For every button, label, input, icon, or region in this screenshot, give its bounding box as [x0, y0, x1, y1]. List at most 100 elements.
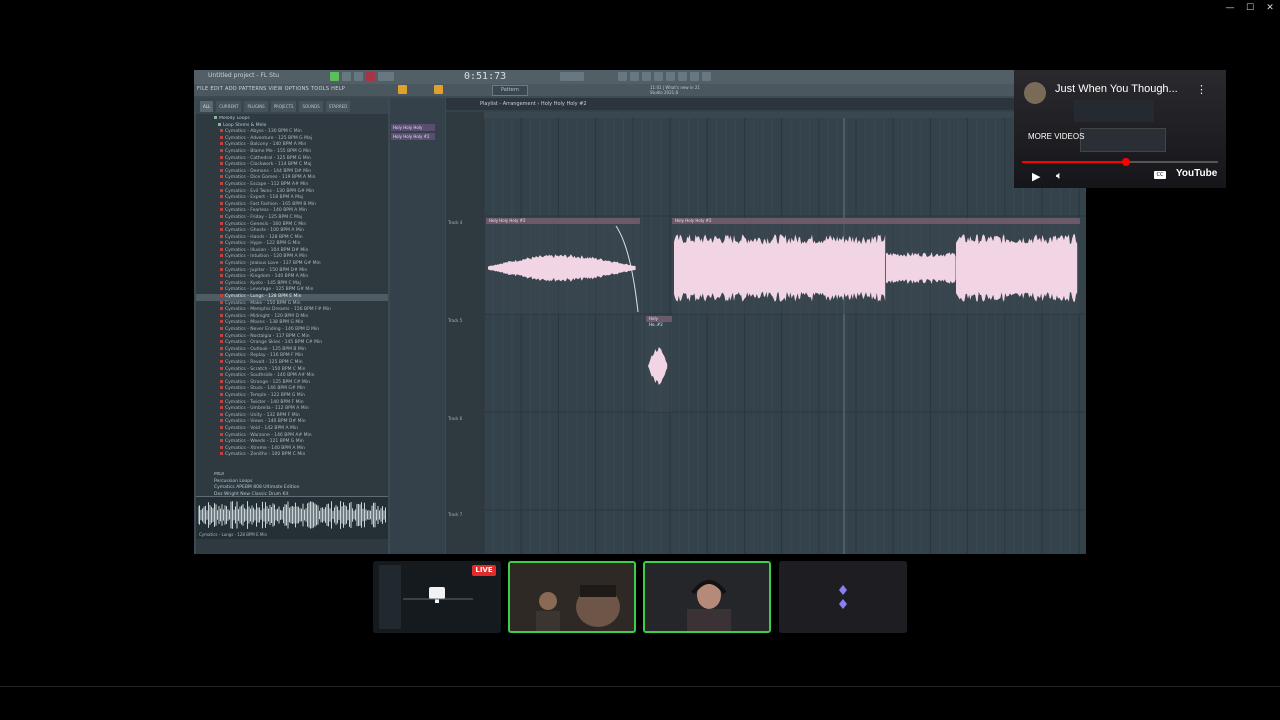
browser-tab[interactable]: PLUGINS [244, 101, 268, 112]
countdown-icon[interactable] [642, 72, 651, 81]
sample-item[interactable]: Cymatics - Escape - 112 BPM A# Min [196, 181, 388, 189]
tree-label: Cymatics - Views - 140 BPM D# Min [225, 419, 306, 425]
sample-item[interactable]: Cymatics - Views - 140 BPM D# Min [196, 419, 388, 426]
wait-input-icon[interactable] [630, 72, 639, 81]
more-options-icon[interactable]: ⋮ [1196, 83, 1207, 96]
youtube-logo[interactable]: YouTube [1176, 168, 1217, 179]
sample-item[interactable]: Cymatics - Balcony - 140 BPM A Min [196, 142, 388, 149]
sample-item[interactable]: Cymatics - Weeds - 121 BPM G Min [196, 439, 388, 446]
sample-item[interactable]: Cymatics - Kingdom - 140 BPM A Min [196, 274, 388, 281]
video-progress-bar[interactable] [1022, 158, 1218, 166]
video-title[interactable]: Just When You Though... [1055, 83, 1178, 95]
mixer-icon[interactable] [702, 72, 711, 81]
channel-avatar[interactable] [1024, 82, 1046, 104]
sample-item[interactable]: Cymatics - Void - 142 BPM A Min [196, 425, 388, 433]
audio-file-icon [220, 445, 223, 449]
tree-label: Melody Loops [219, 116, 250, 121]
tree-label: Cymatics - Scratch - 150 BPM C Min [225, 366, 306, 372]
tree-label: Cymatics - Expert - 118 BPM A Maj [225, 195, 304, 201]
audio-file-icon [220, 254, 223, 258]
tempo-display[interactable] [378, 72, 394, 81]
audio-file-icon [220, 392, 223, 396]
tree-label: Cymatics - Twister - 140 BPM F Min [225, 399, 304, 405]
playlist-icon[interactable] [666, 72, 675, 81]
tree-label: Percussion Loops [214, 478, 253, 484]
more-videos-thumbnail[interactable] [1080, 128, 1166, 152]
volume-icon[interactable]: 🔈︎ [1056, 169, 1063, 183]
sample-item[interactable]: Cymatics - Fearless - 140 BPM A Min [196, 208, 388, 215]
metronome-icon[interactable] [618, 72, 627, 81]
audio-file-icon [220, 214, 223, 218]
sample-item[interactable]: Cymatics - Memphis Dreams - 156 BPM F# M… [196, 307, 388, 314]
main-menu[interactable]: FILE EDIT ADD PATTERNS VIEW OPTIONS TOOL… [197, 86, 345, 92]
sample-item[interactable]: Cymatics - Expert - 118 BPM A Maj [196, 195, 388, 202]
sample-item[interactable]: Cymatics - Temple - 122 BPM G Min [196, 392, 388, 400]
webcam-tile[interactable] [508, 561, 636, 633]
pattern-song-toggle[interactable] [330, 72, 339, 81]
sample-item[interactable]: Cymatics - Clockwork - 114 BPM C Maj [196, 162, 388, 169]
sample-item[interactable]: Cymatics - Replay - 116 BPM F Min [196, 353, 388, 360]
record-button[interactable] [366, 72, 375, 81]
stop-button[interactable] [354, 72, 363, 81]
playlist-header: Playlist - Arrangement › Holy Holy Holy … [446, 98, 1086, 110]
captions-icon[interactable]: CC [1154, 171, 1166, 179]
channel-rack-icon[interactable] [690, 72, 699, 81]
browser-tab[interactable]: ALL [200, 101, 214, 112]
sample-item[interactable]: Cymatics - Never Ending - 146 BPM D Min [196, 327, 388, 334]
browser-tab[interactable]: CURRENT [216, 101, 242, 112]
progress-knob[interactable] [1121, 158, 1130, 166]
sample-item[interactable]: Cymatics - Southside - 140 BPM A# Min [196, 373, 388, 380]
audio-file-icon [220, 247, 223, 251]
tree-folder[interactable]: Melody Loops [196, 116, 388, 123]
audio-only-tile[interactable] [779, 561, 907, 633]
browser-tree: Melody Loops Loop Stems & Melo Cymatics - … [196, 116, 388, 468]
sample-item[interactable]: Cymatics - Moons - 138 BPM G Min [196, 320, 388, 327]
video-thumbnail [1074, 100, 1154, 122]
sample-item[interactable]: Cymatics - Blame Me - 155 BPM G Min [196, 148, 388, 156]
sample-item[interactable]: Cymatics - Umbrella - 112 BPM A Min [196, 406, 388, 413]
play-icon[interactable]: ▶ [1032, 170, 1040, 183]
sample-item[interactable]: Cymatics - Revolt - 125 BPM C Min [196, 359, 388, 367]
tree-folder[interactable]: Cymatics APEBM 808 Ultimate Edition [196, 485, 388, 492]
play-button[interactable] [342, 72, 351, 81]
waveform [956, 234, 1078, 302]
pattern-item[interactable]: Holy Holy Holy [391, 124, 435, 131]
maximize-button[interactable]: ☐ [1240, 0, 1260, 16]
sample-item[interactable]: Cymatics - Hype - 122 BPM G Min [196, 241, 388, 248]
browser-tab[interactable]: STARRED [325, 101, 351, 112]
tree-label: Cymatics - Zeniths - 100 BPM C Min [225, 452, 306, 458]
project-title: Untitled project - FL Stu [208, 72, 280, 79]
snap-icon[interactable] [398, 85, 407, 94]
audio-file-icon [220, 228, 223, 232]
browser-tab[interactable]: SOUNDS [299, 101, 323, 112]
audio-file-icon [220, 379, 223, 383]
sample-item[interactable]: Cymatics - Stuck - 146 BPM G# Min [196, 386, 388, 393]
more-videos-label[interactable]: MORE VIDEOS [1028, 132, 1084, 141]
fl-studio-window: Untitled project - FL Stu 0:51:73 FILE E… [194, 70, 1086, 554]
sample-item[interactable]: Cymatics - Zeniths - 100 BPM C Min [196, 452, 388, 459]
webcam-tile[interactable] [643, 561, 771, 633]
minimize-button[interactable]: — [1220, 0, 1240, 16]
pattern-selector[interactable]: Pattern [492, 85, 528, 96]
audio-file-icon [220, 452, 223, 456]
tree-folder[interactable]: MIDI [196, 472, 388, 479]
sample-preview: Cymatics - Lungs - 128 BPM E Min [196, 496, 388, 539]
sample-item[interactable]: Cymatics - Friday - 125 BPM C Maj [196, 214, 388, 222]
sample-item[interactable]: Cymatics - Abyss - 130 BPM C Min [196, 129, 388, 136]
close-button[interactable]: ✕ [1260, 0, 1280, 16]
piano-roll-icon[interactable] [678, 72, 687, 81]
sample-item[interactable]: Cymatics - Ghosts - 100 BPM A Min [196, 228, 388, 235]
browser-tab[interactable]: PROJECTS [270, 101, 297, 112]
sample-item[interactable]: Cymatics - Jealous Love - 137 BPM G# Min [196, 261, 388, 268]
tree-label: Cymatics - Abyss - 130 BPM C Min [225, 129, 302, 135]
sample-item[interactable]: Cymatics - Dice Games - 119 BPM A Min [196, 175, 388, 182]
sample-item[interactable]: Cymatics - Lungs - 128 BPM E Min [196, 294, 388, 301]
draw-tool-icon[interactable] [434, 85, 443, 94]
sample-item[interactable]: Cymatics - Orange Skies - 145 BPM C# Min [196, 340, 388, 347]
pattern-item[interactable]: Holy Holy Holy #2 [391, 133, 435, 140]
tree-label: Cymatics - Nostalgia - 117 BPM C Min [225, 333, 310, 339]
loop-record-icon[interactable] [654, 72, 663, 81]
youtube-player[interactable]: Just When You Though... ⋮ MORE VIDEOS ▶ … [1014, 70, 1226, 188]
time-display: 0:51:73 [464, 71, 507, 82]
audio-file-icon [220, 129, 223, 133]
